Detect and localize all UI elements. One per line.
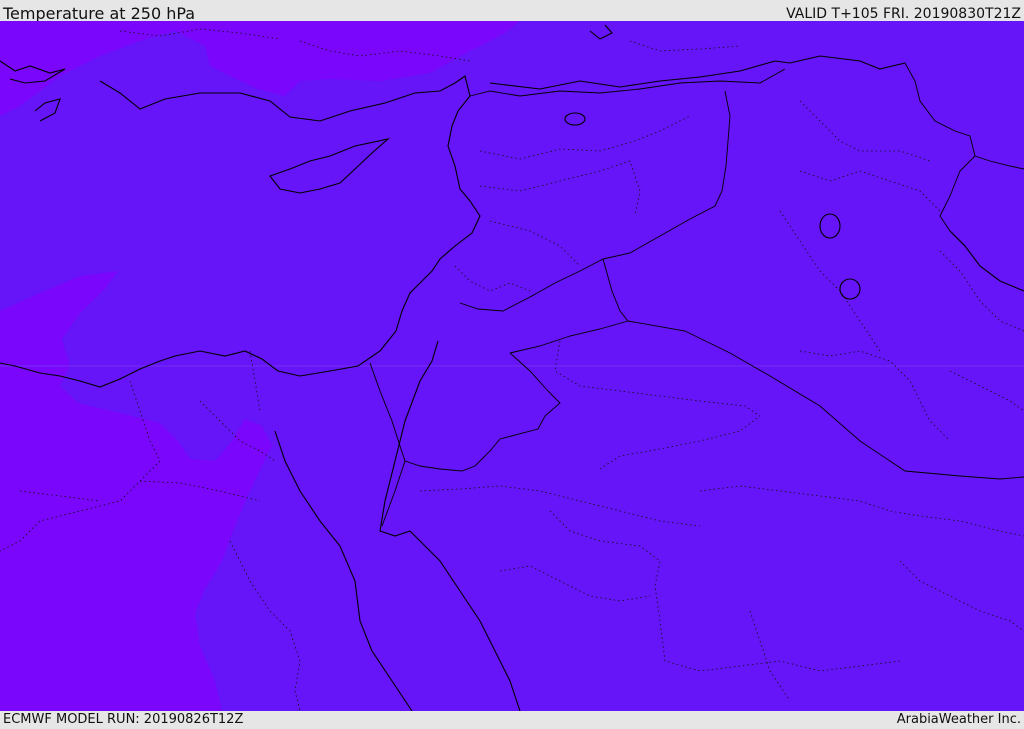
valid-time-label: VALID T+105 FRI. 20190830T21Z: [786, 6, 1021, 22]
map-canvas: [0, 21, 1024, 711]
map-header: Temperature at 250 hPa VALID T+105 FRI. …: [0, 0, 1024, 23]
temperature-map[interactable]: [0, 21, 1024, 711]
credit-label: ArabiaWeather Inc.: [896, 712, 1021, 727]
map-footer: ECMWF MODEL RUN: 20190826T12Z ArabiaWeat…: [0, 711, 1024, 729]
weather-map-page: Temperature at 250 hPa VALID T+105 FRI. …: [0, 0, 1024, 729]
model-run-label: ECMWF MODEL RUN: 20190826T12Z: [3, 712, 244, 727]
